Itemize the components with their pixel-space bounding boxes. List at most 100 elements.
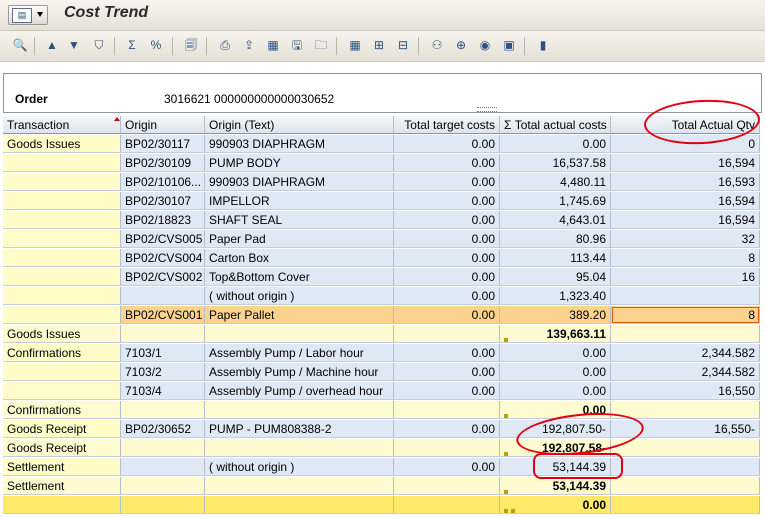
cell-target-costs[interactable]: 0.00 bbox=[394, 211, 500, 229]
cell-transaction[interactable]: Goods Receipt bbox=[3, 439, 121, 457]
cell-origin-text[interactable]: Assembly Pump / overhead hour bbox=[205, 382, 394, 400]
cell-origin[interactable]: BP02/30117 bbox=[121, 135, 205, 153]
cell-origin-text[interactable]: Assembly Pump / Machine hour bbox=[205, 363, 394, 381]
splitter-handle[interactable] bbox=[477, 107, 497, 112]
document-icon[interactable]: 🗐 bbox=[183, 37, 199, 53]
cell-transaction[interactable]: Confirmations bbox=[3, 401, 121, 419]
word-processing-icon[interactable]: 🖫 bbox=[289, 37, 305, 53]
save-layout-icon[interactable]: ⊟ bbox=[395, 37, 411, 53]
cell-origin-text[interactable]: SHAFT SEAL bbox=[205, 211, 394, 229]
cell-actual-qty[interactable]: 8 bbox=[611, 249, 760, 267]
table-row[interactable]: BP02/CVS004 Carton Box 0.00 113.44 8 bbox=[3, 249, 760, 268]
cell-actual-costs[interactable]: 0.00 bbox=[500, 344, 611, 362]
table-row[interactable]: BP02/CVS002 Top&Bottom Cover 0.00 95.04 16 bbox=[3, 268, 760, 287]
cell-origin[interactable] bbox=[121, 477, 205, 495]
view-icon[interactable]: ▣ bbox=[501, 37, 517, 53]
cell-origin-text[interactable] bbox=[205, 439, 394, 457]
cell-origin-text[interactable]: IMPELLOR bbox=[205, 192, 394, 210]
cell-target-costs[interactable]: 0.00 bbox=[394, 363, 500, 381]
cell-target-costs[interactable]: 0.00 bbox=[394, 287, 500, 305]
print-preview-icon[interactable]: ⎙ bbox=[217, 37, 233, 53]
table-row[interactable]: 7103/4 Assembly Pump / overhead hour 0.00 0… bbox=[3, 382, 760, 401]
cell-origin-text[interactable]: Top&Bottom Cover bbox=[205, 268, 394, 286]
table-row[interactable]: BP02/30109 PUMP BODY 0.00 16,537.58 16,594 bbox=[3, 154, 760, 173]
cell-transaction[interactable] bbox=[3, 230, 121, 248]
cell-origin-text[interactable]: ( without origin ) bbox=[205, 287, 394, 305]
cell-target-costs[interactable]: 0.00 bbox=[394, 173, 500, 191]
cell-actual-qty[interactable]: 2,344.582 bbox=[611, 344, 760, 362]
cell-transaction[interactable] bbox=[3, 173, 121, 191]
cell-transaction[interactable] bbox=[3, 154, 121, 172]
cell-origin[interactable]: BP02/CVS005 bbox=[121, 230, 205, 248]
cell-target-costs[interactable]: 0.00 bbox=[394, 458, 500, 476]
cell-origin-text[interactable] bbox=[205, 496, 394, 514]
cell-origin-text[interactable]: ( without origin ) bbox=[205, 458, 394, 476]
subtotal-row[interactable]: Goods Receipt 192,807.58- bbox=[3, 439, 760, 458]
cell-target-costs[interactable] bbox=[394, 439, 500, 457]
cell-target-costs[interactable]: 0.00 bbox=[394, 154, 500, 172]
information-icon[interactable]: ◉ bbox=[477, 37, 493, 53]
table-row[interactable]: BP02/CVS005 Paper Pad 0.00 80.96 32 bbox=[3, 230, 760, 249]
export-icon[interactable]: ⇪ bbox=[241, 37, 257, 53]
detail-view-icon[interactable]: 🔍 bbox=[12, 37, 28, 53]
cell-actual-costs[interactable]: 95.04 bbox=[500, 268, 611, 286]
sum-icon[interactable]: Σ bbox=[124, 37, 140, 53]
table-row[interactable]: BP02/18823 SHAFT SEAL 0.00 4,643.01 16,594 bbox=[3, 211, 760, 230]
cell-target-costs[interactable]: 0.00 bbox=[394, 230, 500, 248]
cell-transaction[interactable] bbox=[3, 249, 121, 267]
cell-actual-qty[interactable] bbox=[611, 439, 760, 457]
graphic-icon[interactable]: ▮ bbox=[535, 37, 551, 53]
cell-transaction[interactable]: Settlement bbox=[3, 458, 121, 476]
table-row[interactable]: ( without origin ) 0.00 1,323.40 bbox=[3, 287, 760, 306]
table-row[interactable]: Confirmations 7103/1 Assembly Pump / Labor… bbox=[3, 344, 760, 363]
cell-actual-costs[interactable]: 4,643.01 bbox=[500, 211, 611, 229]
column-header-transaction[interactable]: Transaction bbox=[3, 116, 121, 134]
hierarchy-icon[interactable]: ⚇ bbox=[429, 37, 445, 53]
cell-transaction[interactable] bbox=[3, 496, 121, 514]
cell-origin[interactable] bbox=[121, 287, 205, 305]
cell-actual-qty[interactable]: 16,594 bbox=[611, 192, 760, 210]
cell-origin-text[interactable]: PUMP - PUM808388-2 bbox=[205, 420, 394, 438]
cell-origin[interactable]: 7103/2 bbox=[121, 363, 205, 381]
cell-actual-qty[interactable]: 2,344.582 bbox=[611, 363, 760, 381]
cell-actual-costs[interactable]: 80.96 bbox=[500, 230, 611, 248]
cell-target-costs[interactable] bbox=[394, 477, 500, 495]
column-header-origin-text[interactable]: Origin (Text) bbox=[205, 116, 394, 134]
subtotal-icon[interactable]: % bbox=[148, 37, 164, 53]
cell-actual-qty[interactable]: 16 bbox=[611, 268, 760, 286]
subtotal-row[interactable]: Settlement 53,144.39 bbox=[3, 477, 760, 496]
cell-origin-text[interactable]: 990903 DIAPHRAGM bbox=[205, 173, 394, 191]
grand-total-row[interactable]: 0.00 bbox=[3, 496, 760, 515]
cell-origin[interactable]: 7103/4 bbox=[121, 382, 205, 400]
cell-transaction[interactable] bbox=[3, 211, 121, 229]
cell-origin-text[interactable] bbox=[205, 325, 394, 343]
cell-origin-text[interactable]: PUMP BODY bbox=[205, 154, 394, 172]
cell-actual-costs[interactable]: 0.00 bbox=[500, 135, 611, 153]
cell-origin-text[interactable]: Paper Pad bbox=[205, 230, 394, 248]
sort-ascending-icon[interactable]: ▲ bbox=[44, 37, 60, 53]
cell-actual-qty[interactable] bbox=[611, 325, 760, 343]
cell-actual-costs[interactable]: 0.00 bbox=[500, 382, 611, 400]
change-layout-icon[interactable]: ▦ bbox=[347, 37, 363, 53]
cell-actual-qty[interactable]: 16,594 bbox=[611, 154, 760, 172]
cell-transaction[interactable] bbox=[3, 192, 121, 210]
spreadsheet-icon[interactable]: ▦ bbox=[265, 37, 281, 53]
subtotal-row[interactable]: Goods Issues 139,663.11 bbox=[3, 325, 760, 344]
cell-actual-costs[interactable]: 53,144.39 bbox=[500, 477, 611, 495]
column-header-total-target-costs[interactable]: Total target costs bbox=[394, 116, 500, 134]
filter-icon[interactable]: ⛉ bbox=[91, 37, 107, 53]
cell-target-costs[interactable]: 0.00 bbox=[394, 306, 500, 324]
cell-origin[interactable] bbox=[121, 401, 205, 419]
cell-origin-text[interactable]: Carton Box bbox=[205, 249, 394, 267]
cell-actual-qty[interactable] bbox=[611, 458, 760, 476]
cell-actual-qty[interactable]: 16,594 bbox=[611, 211, 760, 229]
table-row[interactable]: Goods Receipt BP02/30652 PUMP - PUM808388-… bbox=[3, 420, 760, 439]
cell-actual-costs[interactable]: 113.44 bbox=[500, 249, 611, 267]
column-header-total-actual-costs[interactable]: Σ Total actual costs bbox=[500, 116, 611, 134]
cell-origin[interactable] bbox=[121, 458, 205, 476]
cell-target-costs[interactable]: 0.00 bbox=[394, 249, 500, 267]
cell-transaction[interactable] bbox=[3, 306, 121, 324]
cell-origin[interactable]: BP02/30107 bbox=[121, 192, 205, 210]
subtotal-row[interactable]: Confirmations 0.00 bbox=[3, 401, 760, 420]
sort-descending-icon[interactable]: ▼ bbox=[66, 37, 82, 53]
